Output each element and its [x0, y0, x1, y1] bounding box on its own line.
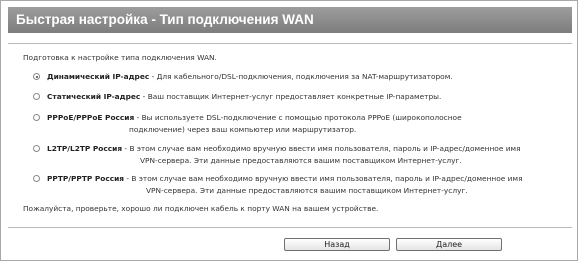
- radio-dynamic-ip[interactable]: [33, 73, 40, 80]
- option-pptp-desc: - В этом случае вам необходимо вручную в…: [124, 174, 523, 183]
- option-l2tp-desc: - В этом случае вам необходимо вручную в…: [122, 144, 521, 153]
- bottom-divider: [8, 227, 572, 228]
- option-pptp-desc-cont: VPN-сервера. Эти данные предоставляются …: [146, 186, 468, 195]
- option-pppoe-name: PPPoE/PPPoE Россия: [47, 113, 135, 122]
- radio-pptp[interactable]: [33, 175, 40, 182]
- radio-pppoe[interactable]: [33, 114, 40, 121]
- radio-static-ip[interactable]: [33, 93, 40, 100]
- option-l2tp-name: L2TP/L2TP Россия: [47, 144, 123, 153]
- page-title: Быстрая настройка - Тип подключения WAN: [8, 7, 572, 33]
- option-pptp-name: PPTP/PPTP Россия: [47, 174, 125, 183]
- next-button[interactable]: Далее: [396, 238, 502, 251]
- option-pppoe-text: PPPoE/PPPoE Россия - Вы используете DSL-…: [47, 113, 462, 123]
- wan-setup-panel: Быстрая настройка - Тип подключения WAN …: [0, 0, 578, 261]
- option-pptp-text: PPTP/PPTP Россия - В этом случае вам нео…: [47, 174, 523, 184]
- option-static-ip-text: Статический IP-адрес - Ваш поставщик Инт…: [47, 92, 441, 102]
- option-pppoe-desc-cont: подключение) через ваш компьютер или мар…: [129, 125, 357, 134]
- option-static-ip-name: Статический IP-адрес: [47, 92, 141, 101]
- radio-l2tp[interactable]: [33, 145, 40, 152]
- option-static-ip-desc: - Ваш поставщик Интернет-услуг предостав…: [140, 92, 442, 101]
- option-pppoe-desc: - Вы используете DSL-подключение с помощ…: [134, 113, 462, 122]
- option-l2tp-text: L2TP/L2TP Россия - В этом случае вам нео…: [47, 144, 521, 154]
- back-button[interactable]: Назад: [284, 238, 390, 251]
- cable-check-note: Пожалуйста, проверьте, хорошо ли подключ…: [23, 204, 379, 213]
- option-dynamic-ip-text: Динамический IP-адрес - Для кабельного/D…: [47, 72, 453, 82]
- option-dynamic-ip-name: Динамический IP-адрес: [47, 72, 150, 81]
- option-dynamic-ip-desc: - Для кабельного/DSL-подключения, подклю…: [149, 72, 453, 81]
- intro-text: Подготовка к настройке типа подключения …: [23, 53, 217, 62]
- top-divider: [8, 43, 572, 44]
- option-l2tp-desc-cont: VPN-сервера. Эти данные предоставляются …: [140, 156, 462, 165]
